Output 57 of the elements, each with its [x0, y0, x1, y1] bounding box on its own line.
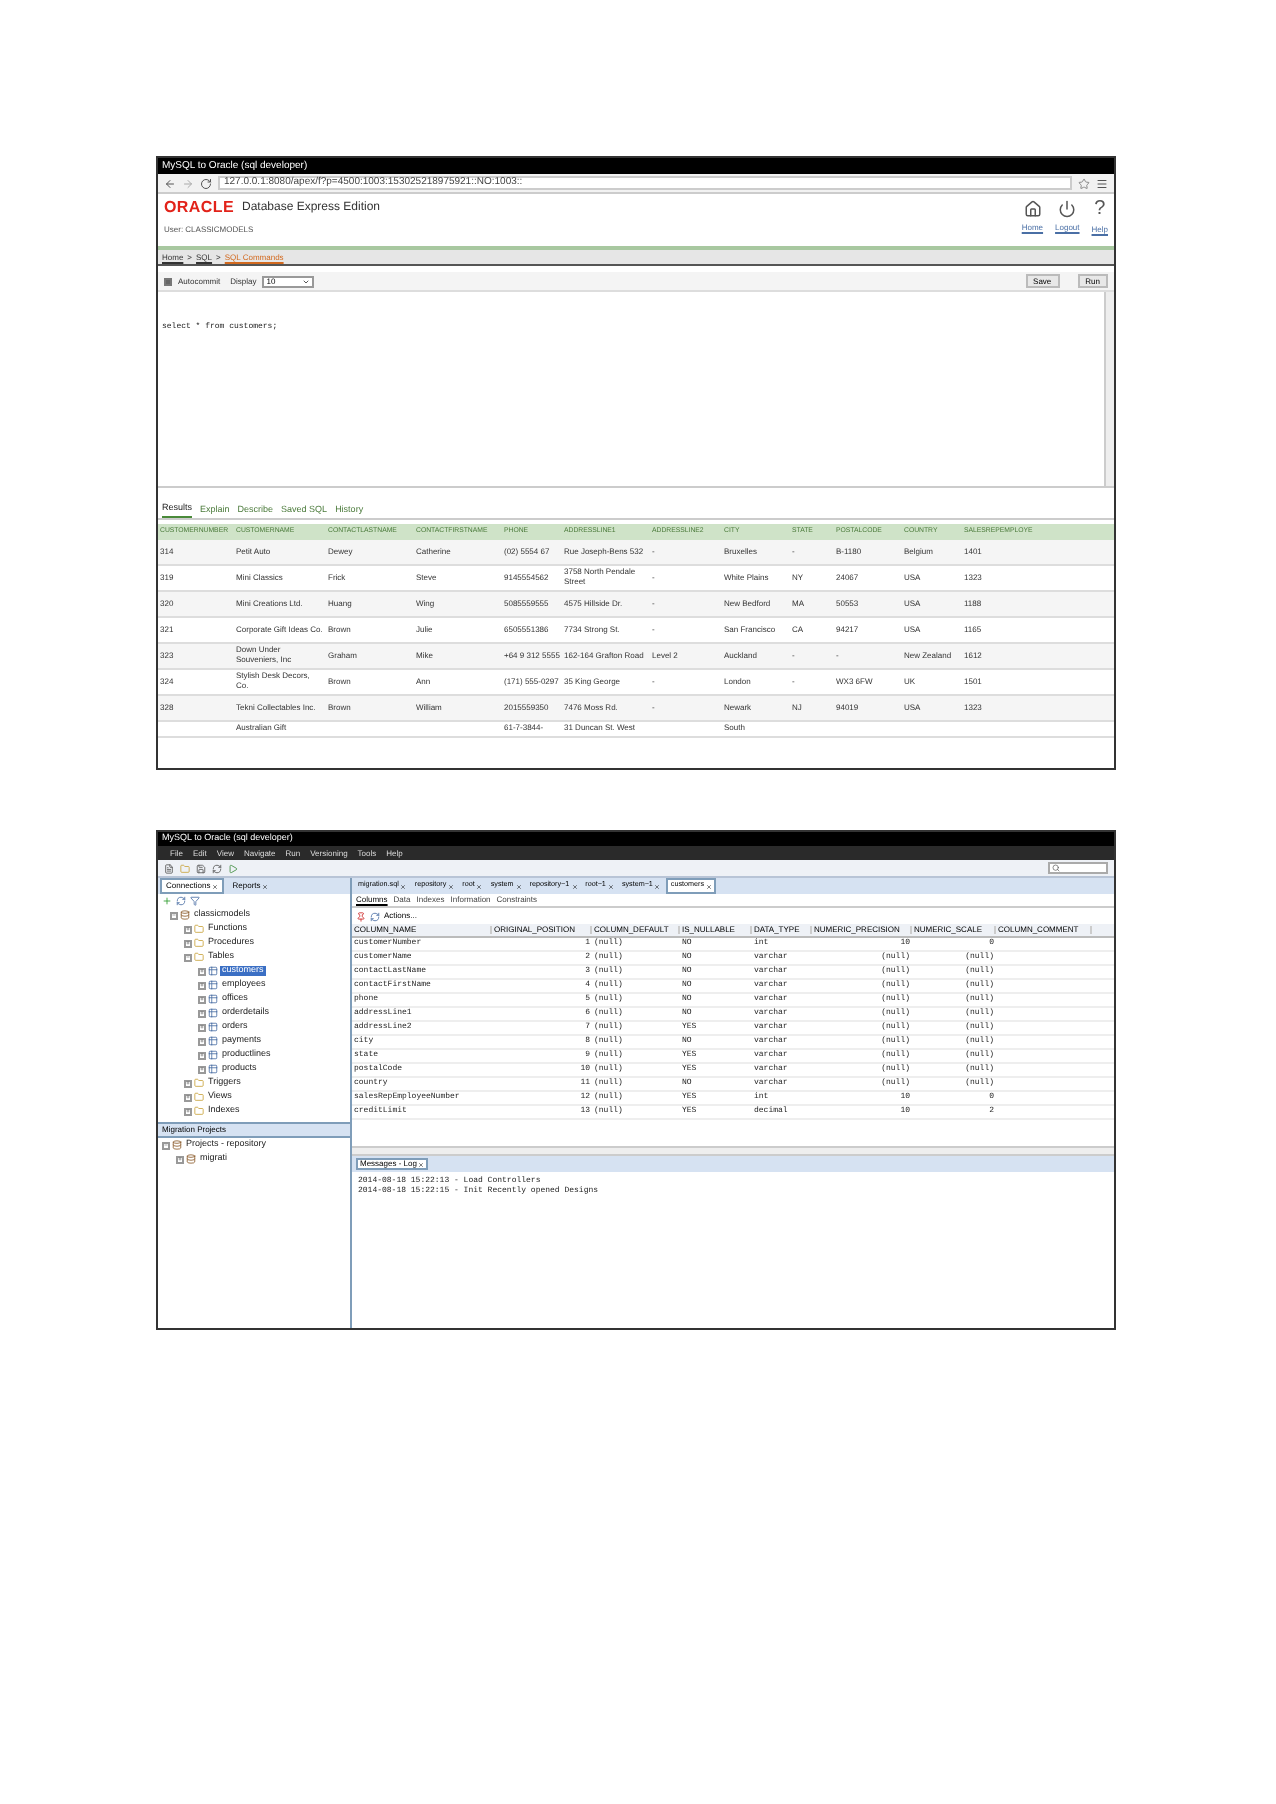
home-icon	[1023, 200, 1042, 218]
table-icon	[208, 1036, 218, 1046]
table-icon	[208, 994, 218, 1004]
folder-icon	[194, 1106, 204, 1116]
refresh-icon[interactable]	[176, 896, 186, 906]
pin-icon[interactable]	[356, 911, 366, 921]
save-icon[interactable]	[196, 863, 206, 873]
reload-icon[interactable]	[200, 177, 212, 189]
table-icon	[208, 1008, 218, 1018]
expand-icon[interactable]	[198, 1065, 206, 1073]
oracle-logo: ORACLE	[164, 200, 234, 216]
database-icon	[186, 1154, 196, 1164]
table-icon	[208, 966, 218, 976]
expand-icon[interactable]	[198, 1037, 206, 1045]
autocommit-checkbox[interactable]	[164, 277, 172, 285]
expand-icon[interactable]	[198, 995, 206, 1003]
new-file-icon[interactable]	[164, 863, 174, 873]
table-icon	[208, 1050, 218, 1060]
filter-icon[interactable]	[190, 896, 200, 906]
run-icon[interactable]	[228, 863, 238, 873]
refresh-icon[interactable]	[212, 863, 222, 873]
expand-icon[interactable]	[184, 939, 192, 947]
folder-icon	[194, 938, 204, 948]
table-icon	[208, 1064, 218, 1074]
star-icon[interactable]	[1078, 177, 1090, 189]
collapse-icon[interactable]	[162, 1141, 170, 1149]
help-icon: ?	[1094, 200, 1106, 220]
folder-icon[interactable]	[180, 863, 190, 873]
expand-icon[interactable]	[184, 925, 192, 933]
back-icon[interactable]	[164, 177, 176, 189]
table-icon	[208, 980, 218, 990]
table-icon	[208, 1022, 218, 1032]
search-icon	[1052, 864, 1060, 872]
power-icon	[1058, 200, 1077, 218]
database-icon	[172, 1140, 182, 1150]
menu-icon[interactable]	[1096, 177, 1108, 189]
refresh-icon[interactable]	[370, 911, 380, 921]
folder-icon	[194, 952, 204, 962]
folder-icon	[194, 924, 204, 934]
folder-icon	[194, 1078, 204, 1088]
expand-icon[interactable]	[198, 967, 206, 975]
expand-icon[interactable]	[198, 1009, 206, 1017]
scrollbar[interactable]	[352, 1146, 1114, 1156]
collapse-icon[interactable]	[170, 911, 178, 919]
expand-icon[interactable]	[198, 981, 206, 989]
folder-icon	[194, 1092, 204, 1102]
expand-icon[interactable]	[176, 1155, 184, 1163]
database-icon	[180, 910, 190, 920]
scrollbar[interactable]	[1104, 292, 1114, 486]
collapse-icon[interactable]	[184, 953, 192, 961]
expand-icon[interactable]	[184, 1093, 192, 1101]
add-icon[interactable]	[162, 896, 172, 906]
expand-icon[interactable]	[198, 1023, 206, 1031]
expand-icon[interactable]	[198, 1051, 206, 1059]
search-field[interactable]	[1048, 862, 1108, 874]
expand-icon[interactable]	[184, 1079, 192, 1087]
expand-icon[interactable]	[184, 1107, 192, 1115]
